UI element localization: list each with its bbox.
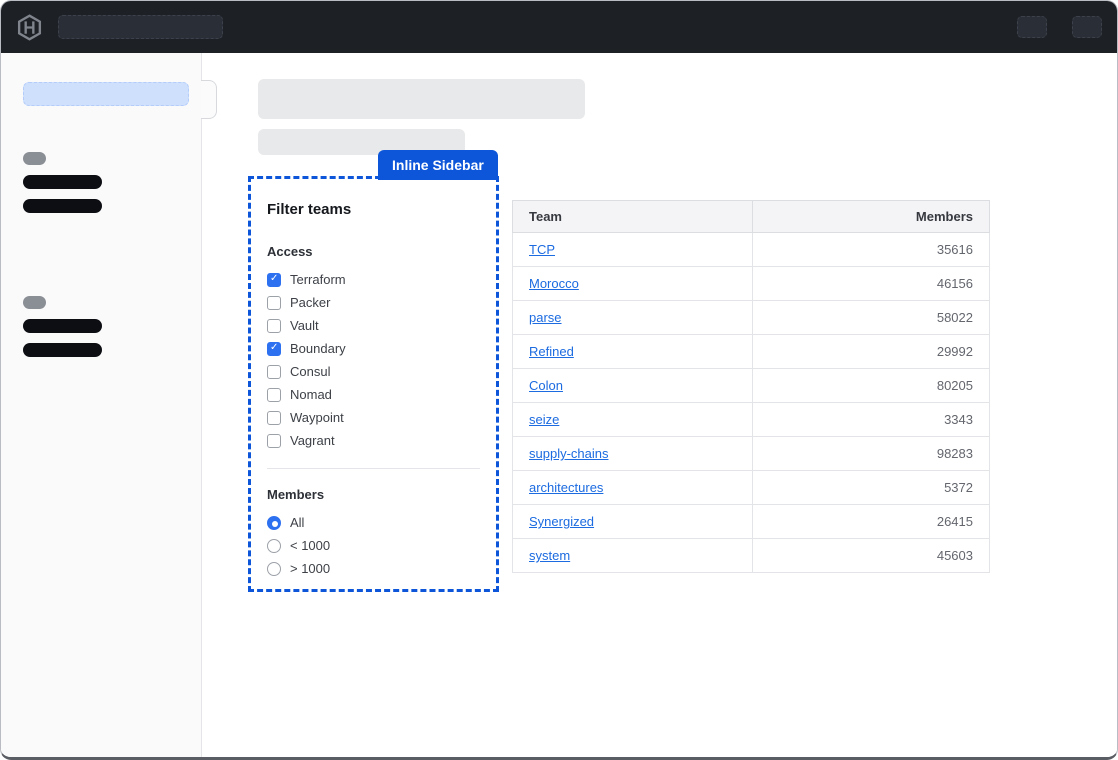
table-row: seize 3343 xyxy=(513,403,990,437)
members-count: 26415 xyxy=(752,505,989,539)
team-link[interactable]: parse xyxy=(529,310,562,325)
radio-unselected-icon xyxy=(267,562,281,576)
column-header-members: Members xyxy=(752,201,989,233)
table-row: Morocco 46156 xyxy=(513,267,990,301)
checkbox-checked-icon xyxy=(267,273,281,287)
search-skeleton xyxy=(58,15,223,39)
inline-sidebar-annotation-badge: Inline Sidebar xyxy=(378,150,498,180)
team-link[interactable]: Refined xyxy=(529,344,574,359)
checkbox-nomad[interactable]: Nomad xyxy=(267,383,480,406)
members-count: 58022 xyxy=(752,301,989,335)
topbar-action-skeleton-1 xyxy=(1017,16,1047,38)
team-link[interactable]: Morocco xyxy=(529,276,579,291)
table-row: system 45603 xyxy=(513,539,990,573)
sidebar-nav-item-skeleton-3 xyxy=(23,319,102,333)
checkbox-unchecked-icon xyxy=(267,434,281,448)
sidebar-active-item-skeleton xyxy=(23,82,189,106)
radio-all[interactable]: All xyxy=(267,511,480,534)
members-count: 29992 xyxy=(752,335,989,369)
table-row: supply-chains 98283 xyxy=(513,437,990,471)
members-count: 80205 xyxy=(752,369,989,403)
checkbox-unchecked-icon xyxy=(267,365,281,379)
team-link[interactable]: system xyxy=(529,548,570,563)
app-window: Inline Sidebar Filter teams Access Terra… xyxy=(0,0,1118,760)
members-count: 35616 xyxy=(752,233,989,267)
checkbox-checked-icon xyxy=(267,342,281,356)
checkbox-waypoint[interactable]: Waypoint xyxy=(267,406,480,429)
sidebar-nav-item-skeleton-2 xyxy=(23,199,102,213)
radio-selected-icon xyxy=(267,516,281,530)
sidebar-section-label-skeleton-1 xyxy=(23,152,46,165)
members-count: 98283 xyxy=(752,437,989,471)
team-link[interactable]: architectures xyxy=(529,480,603,495)
team-link[interactable]: Synergized xyxy=(529,514,594,529)
sidebar-section-label-skeleton-2 xyxy=(23,296,46,309)
table-row: Refined 29992 xyxy=(513,335,990,369)
table-row: Synergized 26415 xyxy=(513,505,990,539)
members-group-label: Members xyxy=(267,487,480,502)
team-link[interactable]: supply-chains xyxy=(529,446,609,461)
members-count: 3343 xyxy=(752,403,989,437)
checkbox-unchecked-icon xyxy=(267,388,281,402)
sidebar-collapse-handle[interactable] xyxy=(201,80,217,119)
sidebar-nav-item-skeleton-4 xyxy=(23,343,102,357)
team-link[interactable]: Colon xyxy=(529,378,563,393)
checkbox-vault[interactable]: Vault xyxy=(267,314,480,337)
table-header-row: Team Members xyxy=(513,201,990,233)
table-row: Colon 80205 xyxy=(513,369,990,403)
checkbox-boundary[interactable]: Boundary xyxy=(267,337,480,360)
inline-sidebar-panel: Filter teams Access Terraform Packer Vau… xyxy=(248,176,499,592)
checkbox-unchecked-icon xyxy=(267,296,281,310)
page-title-skeleton xyxy=(258,79,585,119)
radio-lt-1000[interactable]: < 1000 xyxy=(267,534,480,557)
teams-table: Team Members TCP 35616 Morocco 46156 par… xyxy=(512,200,990,573)
main-content: Inline Sidebar Filter teams Access Terra… xyxy=(202,53,1117,760)
column-header-team: Team xyxy=(513,201,753,233)
members-count: 5372 xyxy=(752,471,989,505)
hashicorp-logo-icon xyxy=(16,14,43,41)
filter-panel-title: Filter teams xyxy=(267,201,480,218)
radio-unselected-icon xyxy=(267,539,281,553)
checkbox-vagrant[interactable]: Vagrant xyxy=(267,429,480,452)
top-nav-bar xyxy=(1,1,1117,53)
topbar-action-skeleton-2 xyxy=(1072,16,1102,38)
table-row: architectures 5372 xyxy=(513,471,990,505)
checkbox-unchecked-icon xyxy=(267,319,281,333)
filter-divider xyxy=(267,468,480,469)
checkbox-terraform[interactable]: Terraform xyxy=(267,268,480,291)
checkbox-packer[interactable]: Packer xyxy=(267,291,480,314)
radio-gt-1000[interactable]: > 1000 xyxy=(267,557,480,580)
checkbox-consul[interactable]: Consul xyxy=(267,360,480,383)
table-row: TCP 35616 xyxy=(513,233,990,267)
access-group-label: Access xyxy=(267,244,480,259)
members-count: 46156 xyxy=(752,267,989,301)
table-row: parse 58022 xyxy=(513,301,990,335)
members-count: 45603 xyxy=(752,539,989,573)
checkbox-unchecked-icon xyxy=(267,411,281,425)
sidebar-nav-item-skeleton-1 xyxy=(23,175,102,189)
team-link[interactable]: seize xyxy=(529,412,559,427)
app-sidebar xyxy=(1,53,202,760)
team-link[interactable]: TCP xyxy=(529,242,555,257)
